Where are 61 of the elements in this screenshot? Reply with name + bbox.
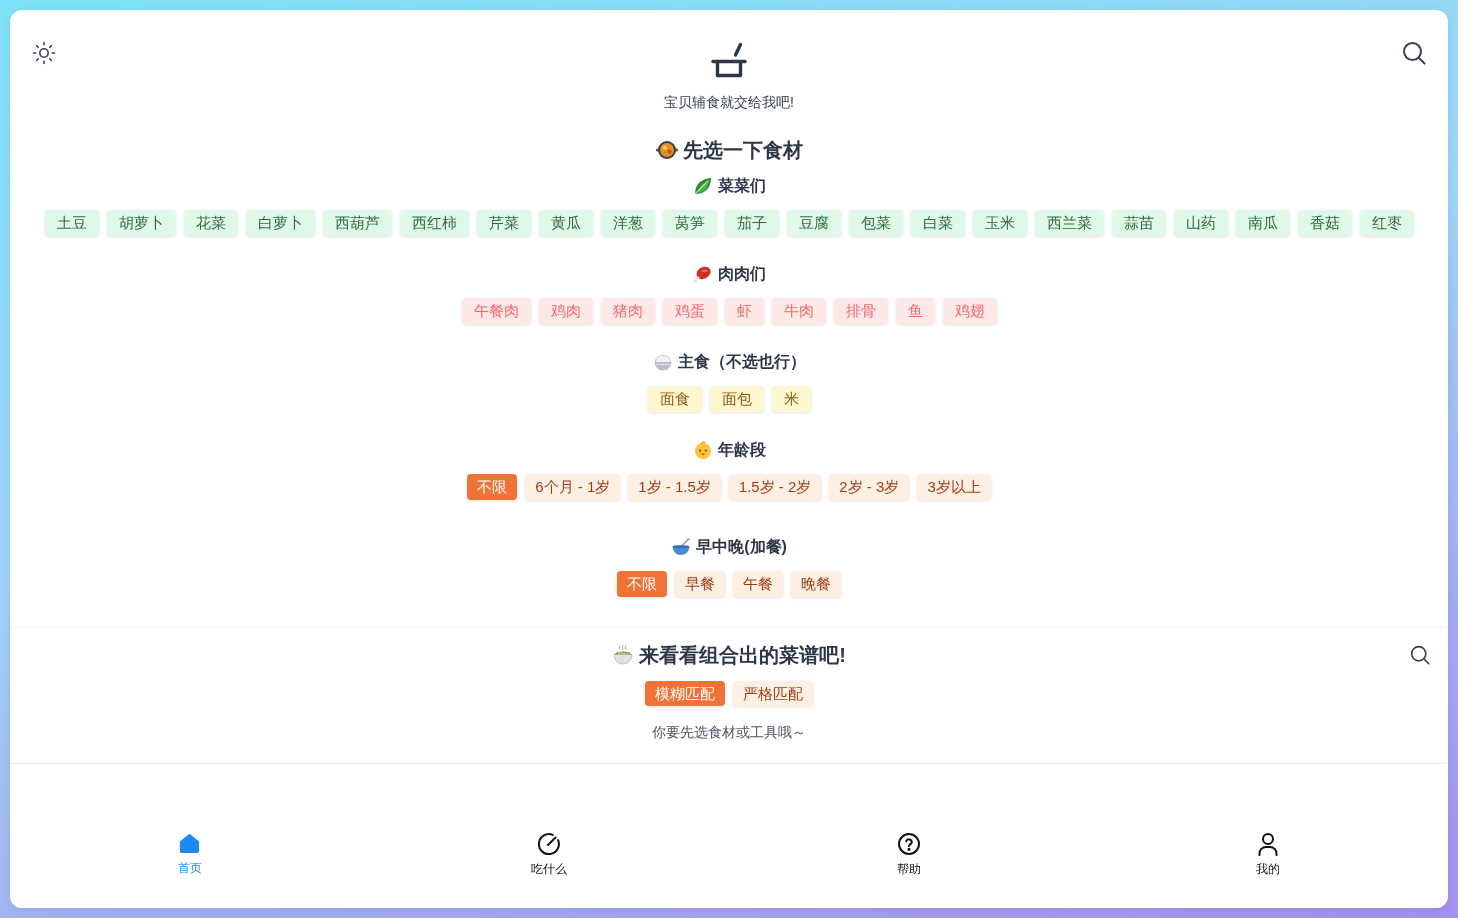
ingredient-chip[interactable]: 包菜 xyxy=(848,210,903,236)
baby-face-icon xyxy=(692,440,713,460)
age-option-chip[interactable]: 3岁以上 xyxy=(917,474,991,500)
ingredient-chip[interactable]: 茄子 xyxy=(724,210,779,236)
meal-option-chip[interactable]: 午餐 xyxy=(733,571,783,597)
meal-option-chip[interactable]: 晚餐 xyxy=(791,571,841,597)
home-icon xyxy=(178,832,202,855)
section-heading: 年龄段 xyxy=(717,440,766,460)
ingredient-chip[interactable]: 面包 xyxy=(709,386,764,412)
section-heading: 主食（不选也行） xyxy=(677,352,806,372)
ingredient-chip[interactable]: 香菇 xyxy=(1297,210,1352,236)
pan-of-food-icon xyxy=(655,139,678,161)
ingredient-chip[interactable]: 西葫芦 xyxy=(322,210,392,236)
help-icon xyxy=(896,832,921,856)
empty-message: 你要先选食材或工具哦～ xyxy=(652,723,806,742)
gauge-icon xyxy=(537,832,562,856)
nav-tab[interactable]: 首页 xyxy=(177,832,202,876)
meal-option-chip[interactable]: 早餐 xyxy=(675,571,725,597)
sun-icon[interactable] xyxy=(32,41,56,65)
ingredient-chip[interactable]: 米 xyxy=(771,386,811,412)
ingredient-chip[interactable]: 黄瓜 xyxy=(538,210,593,236)
bowl-with-spoon-icon xyxy=(671,537,692,557)
meat-icon xyxy=(692,264,713,284)
ingredient-chip[interactable]: 莴笋 xyxy=(662,210,717,236)
nav-tab[interactable]: 我的 xyxy=(1256,832,1281,877)
match-mode-chip[interactable]: 严格匹配 xyxy=(733,681,813,706)
search-icon[interactable] xyxy=(1410,645,1430,665)
rice-bowl-icon xyxy=(652,352,673,372)
age-option-chip[interactable]: 6个月 - 1岁 xyxy=(525,474,621,500)
ingredient-chip[interactable]: 花菜 xyxy=(183,210,238,236)
ingredient-chip[interactable]: 胡萝卜 xyxy=(106,210,176,236)
age-option-chip[interactable]: 1.5岁 - 2岁 xyxy=(728,474,822,500)
ingredient-chip[interactable]: 山药 xyxy=(1173,210,1228,236)
nav-tab[interactable]: 帮助 xyxy=(896,832,921,877)
ingredient-chip[interactable]: 红枣 xyxy=(1359,210,1414,236)
steaming-bowl-icon xyxy=(612,644,635,666)
ingredient-chip[interactable]: 洋葱 xyxy=(600,210,655,236)
nav-tab[interactable]: 吃什么 xyxy=(531,832,568,877)
tagline: 宝贝辅食就交给我吧! xyxy=(664,93,794,112)
section-heading: 菜菜们 xyxy=(717,176,766,196)
search-icon[interactable] xyxy=(1402,41,1426,65)
ingredient-chip[interactable]: 土豆 xyxy=(44,210,99,236)
section-heading: 先选一下食材 xyxy=(682,138,803,163)
age-option-chip[interactable]: 2岁 - 3岁 xyxy=(829,474,910,500)
pot-icon xyxy=(711,42,747,78)
age-option-chip[interactable]: 1岁 - 1.5岁 xyxy=(628,474,721,500)
section-heading: 早中晚(加餐) xyxy=(696,537,787,557)
ingredient-chip[interactable]: 面食 xyxy=(647,386,702,412)
ingredient-chip[interactable]: 西兰菜 xyxy=(1034,210,1104,236)
ingredient-chip[interactable]: 白菜 xyxy=(910,210,965,236)
section-heading: 肉肉们 xyxy=(717,264,766,284)
ingredient-chip[interactable]: 西红柿 xyxy=(399,210,469,236)
ingredient-chip[interactable]: 南瓜 xyxy=(1235,210,1290,236)
user-icon xyxy=(1256,832,1281,856)
ingredient-chip[interactable]: 芹菜 xyxy=(476,210,531,236)
ingredient-chip[interactable]: 蒜苗 xyxy=(1111,210,1166,236)
ingredient-chip[interactable]: 玉米 xyxy=(972,210,1027,236)
ingredient-chip[interactable]: 白萝卜 xyxy=(245,210,315,236)
leafy-greens-icon xyxy=(692,176,713,196)
section-heading: 来看看组合出的菜谱吧! xyxy=(639,643,846,668)
ingredient-chip[interactable]: 豆腐 xyxy=(786,210,841,236)
